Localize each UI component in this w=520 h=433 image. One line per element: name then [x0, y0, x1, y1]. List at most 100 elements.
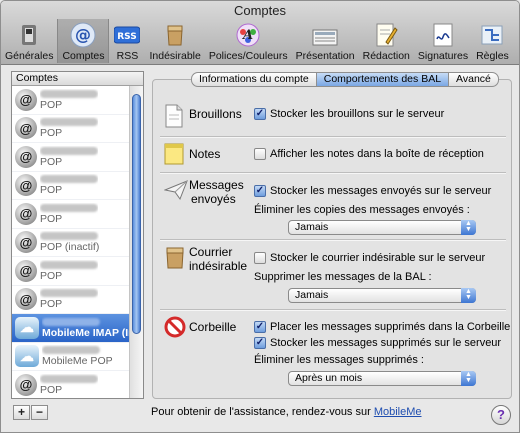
preferences-toolbar: Générales @ Comptes RSS RSS Indésirable: [1, 19, 513, 63]
at-account-icon: @: [15, 88, 37, 111]
move-to-trash-row[interactable]: ✓ Placer les messages supprimés dans la …: [254, 321, 510, 333]
toolbar-redaction[interactable]: Rédaction: [359, 19, 414, 63]
remove-account-button[interactable]: −: [31, 405, 48, 420]
store-drafts-row[interactable]: ✓ Stocker les brouillons sur le serveur: [254, 108, 444, 120]
svg-text:@: @: [75, 25, 91, 44]
notes-label: Notes: [189, 147, 221, 161]
account-name-blurred: [40, 146, 98, 155]
cloud-icon: ☁: [15, 345, 39, 368]
sent-section: Messages envoyés ✓ Stocker les messages …: [160, 177, 506, 237]
section-divider: [160, 136, 506, 138]
account-item[interactable]: @ POP: [12, 286, 129, 314]
junk-bag-icon: [161, 21, 189, 49]
account-item[interactable]: @ POP: [12, 115, 129, 143]
accounts-scrollbar[interactable]: [129, 86, 143, 398]
account-name-blurred: [42, 317, 100, 326]
scrollbar-thumb[interactable]: [132, 94, 141, 334]
show-notes-row[interactable]: Afficher les notes dans la boîte de réce…: [254, 148, 484, 160]
account-name-blurred: [40, 203, 98, 212]
svg-text:A: A: [241, 28, 253, 43]
store-sent-row[interactable]: ✓ Stocker les messages envoyés sur le se…: [254, 185, 491, 197]
signature-icon: [429, 21, 457, 49]
erase-deleted-label: Éliminer les messages supprimés :: [254, 354, 424, 366]
store-deleted-checkbox[interactable]: ✓: [254, 337, 266, 349]
account-item[interactable]: @ POP: [12, 86, 129, 115]
toolbar-rss[interactable]: RSS RSS: [109, 19, 145, 63]
popup-arrows-icon: ▲ ▼: [461, 220, 476, 235]
accounts-list: @ POP @ POP @ POP @ POP @ POP @ POP (inactif) …: [12, 86, 129, 398]
erase-junk-select[interactable]: Jamais ▲ ▼: [288, 288, 476, 303]
show-notes-checkbox[interactable]: [254, 148, 266, 160]
drafts-section: Brouillons ✓ Stocker les brouillons sur …: [160, 101, 506, 131]
junk-label: Courrier indésirable: [189, 245, 248, 273]
at-account-icon: @: [15, 373, 37, 396]
account-name-blurred: [40, 289, 98, 298]
account-name-blurred: [40, 89, 98, 98]
account-name-blurred: [40, 374, 98, 383]
account-name-blurred: [42, 346, 100, 355]
drafts-label: Brouillons: [189, 107, 242, 121]
trash-label: Corbeille: [189, 320, 237, 334]
store-sent-checkbox[interactable]: ✓: [254, 185, 266, 197]
section-divider: [160, 309, 506, 311]
section-divider: [160, 239, 506, 241]
account-item[interactable]: @ POP: [12, 371, 129, 398]
fonts-colors-icon: A: [234, 21, 262, 49]
support-footer: Pour obtenir de l'assistance, rendez-vou…: [151, 406, 422, 418]
toolbar-regles[interactable]: Règles: [472, 19, 513, 63]
account-name-blurred: [40, 232, 98, 241]
toolbar-presentation[interactable]: Présentation: [292, 19, 359, 63]
accounts-list-header: Comptes: [12, 72, 143, 86]
svg-text:RSS: RSS: [118, 32, 138, 42]
account-name-blurred: [40, 260, 98, 269]
account-item[interactable]: @ POP: [12, 143, 129, 172]
tab-informations-du-compte[interactable]: Informations du compte: [191, 72, 316, 87]
at-account-icon: @: [15, 145, 37, 168]
no-entry-icon: [164, 316, 186, 340]
account-name-blurred: [40, 175, 98, 184]
draft-page-icon: [164, 104, 186, 128]
at-account-icon: @: [15, 259, 37, 282]
store-deleted-row[interactable]: ✓ Stocker les messages supprimés sur le …: [254, 337, 501, 349]
erase-junk-label: Supprimer les messages de la BAL :: [254, 271, 432, 283]
erase-sent-select[interactable]: Jamais ▲ ▼: [288, 220, 476, 235]
erase-deleted-select[interactable]: Après un mois ▲ ▼: [288, 371, 476, 386]
titlebar: Comptes Générales @ Comptes RSS RSS Indé…: [1, 1, 519, 65]
account-buttons: + −: [13, 405, 48, 420]
at-account-icon: @: [15, 117, 37, 140]
toolbar-signatures[interactable]: Signatures: [414, 19, 472, 63]
toolbar-generales[interactable]: Générales: [1, 19, 57, 63]
move-to-trash-checkbox[interactable]: ✓: [254, 321, 266, 333]
cloud-icon: ☁: [15, 316, 39, 339]
sent-label: Messages envoyés: [189, 178, 244, 206]
toolbar-polices-couleurs[interactable]: A Polices/Couleurs: [205, 19, 292, 63]
popup-arrows-icon: ▲ ▼: [461, 288, 476, 303]
mobileme-link[interactable]: MobileMe: [374, 406, 422, 418]
help-button[interactable]: ?: [491, 405, 511, 425]
toolbar-comptes[interactable]: @ Comptes: [57, 19, 110, 63]
tab-comportements-des-bal[interactable]: Comportements des BAL: [315, 72, 449, 87]
junk-bag-icon: [164, 245, 186, 269]
account-item[interactable]: @ POP: [12, 257, 129, 286]
section-divider: [160, 172, 506, 174]
account-item-mobileme-pop[interactable]: ☁ MobileMe POP: [12, 343, 129, 371]
store-drafts-checkbox[interactable]: ✓: [254, 108, 266, 120]
toolbar-indesirable[interactable]: Indésirable: [145, 19, 204, 63]
account-item[interactable]: @ POP (inactif): [12, 229, 129, 257]
store-junk-checkbox[interactable]: [254, 252, 266, 264]
account-item-mobileme-imap[interactable]: ☁MobileMe IMAP (In...: [12, 314, 129, 343]
at-account-icon: @: [15, 231, 37, 254]
tab-avance[interactable]: Avancé: [448, 72, 499, 87]
junk-section: Courrier indésirable Stocker le courrier…: [160, 244, 506, 304]
accounts-sidebar: Comptes @ POP @ POP @ POP @ POP @ POP @ POP (i…: [11, 71, 144, 399]
paper-plane-icon: [163, 179, 188, 203]
store-junk-row[interactable]: Stocker le courrier indésirable sur le s…: [254, 252, 485, 264]
presentation-icon: [311, 21, 339, 49]
at-account-icon: @: [15, 202, 37, 225]
at-account-icon: @: [15, 174, 37, 197]
add-account-button[interactable]: +: [13, 405, 30, 420]
trash-section: Corbeille ✓ Placer les messages supprimé…: [160, 314, 510, 389]
account-item[interactable]: @ POP: [12, 200, 129, 229]
account-item[interactable]: @ POP: [12, 172, 129, 200]
compose-pencil-icon: [372, 21, 400, 49]
